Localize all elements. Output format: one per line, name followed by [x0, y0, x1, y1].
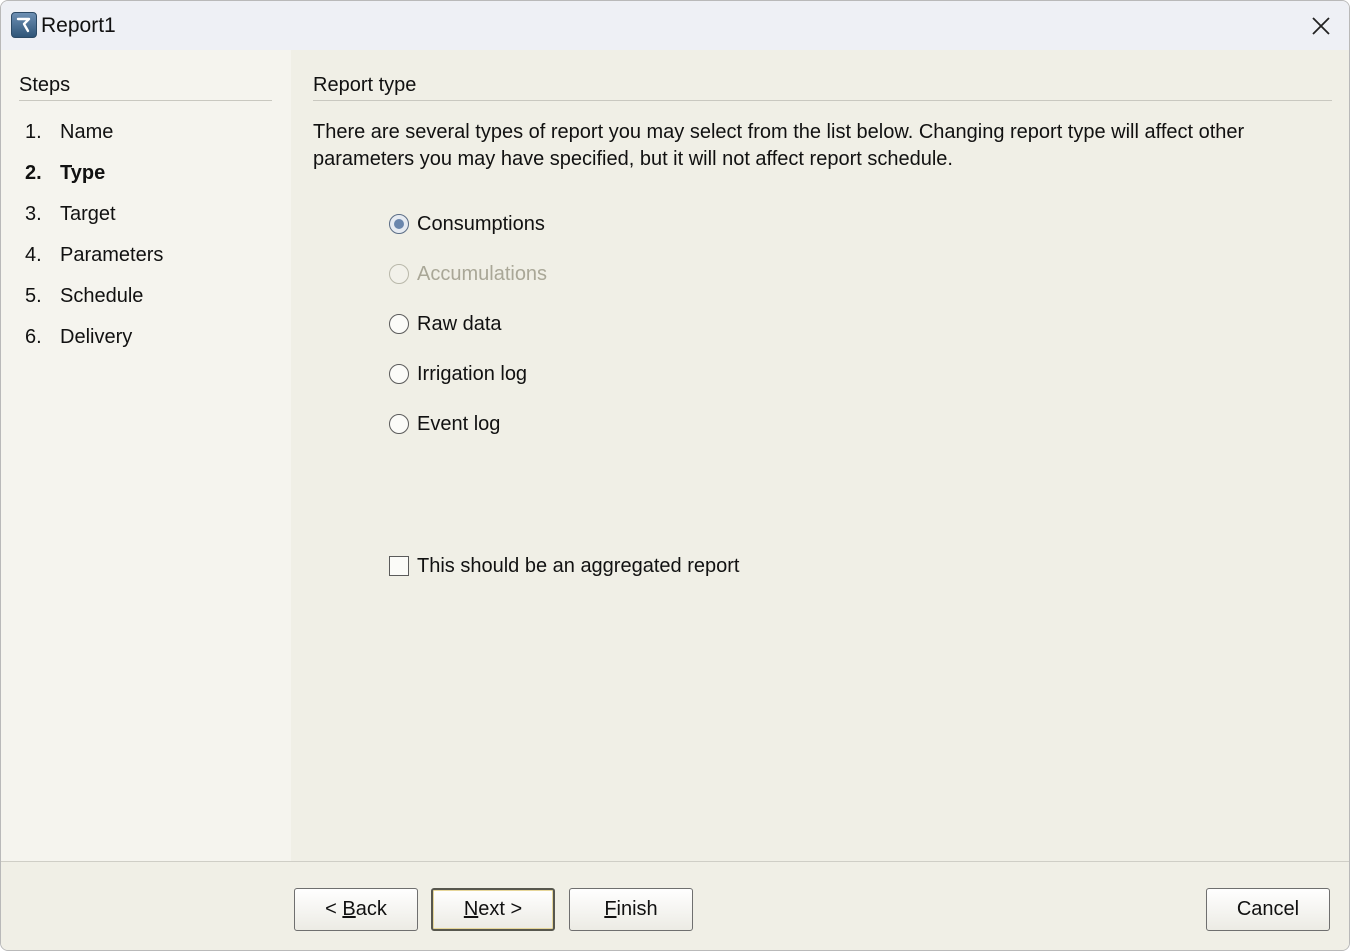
- step-number: 2.: [25, 161, 42, 184]
- close-icon: [1312, 16, 1330, 35]
- checkbox-box[interactable]: [389, 556, 409, 576]
- app-icon: [11, 12, 37, 38]
- step-number: 1.: [25, 120, 42, 143]
- finish-mnemonic: F: [604, 898, 617, 920]
- step-number: 6.: [25, 325, 42, 348]
- radio-label: Consumptions: [417, 212, 545, 235]
- radio-button[interactable]: [389, 214, 409, 234]
- window-title: Report1: [41, 14, 116, 37]
- radio-irrigation-log[interactable]: Irrigation log: [389, 361, 527, 387]
- back-prefix: <: [325, 898, 343, 920]
- step-label: Type: [60, 161, 106, 184]
- step-label: Name: [60, 120, 114, 143]
- step-target: 3. Target: [25, 201, 116, 227]
- next-mnemonic: N: [463, 898, 479, 920]
- radio-label: Event log: [417, 412, 501, 435]
- radio-raw-data[interactable]: Raw data: [389, 311, 502, 337]
- steps-heading: Steps: [19, 74, 71, 96]
- report-type-panel: Report type There are several types of r…: [291, 50, 1349, 861]
- steps-sidebar: Steps 1. Name 2. Type 3. Target 4. Param…: [1, 50, 291, 861]
- back-button[interactable]: < Back: [294, 888, 418, 931]
- radio-button[interactable]: [389, 364, 409, 384]
- next-rest: ext >: [478, 898, 523, 920]
- close-button[interactable]: [1293, 1, 1349, 50]
- radio-button[interactable]: [389, 414, 409, 434]
- step-label: Delivery: [60, 325, 133, 348]
- radio-label: Accumulations: [417, 262, 548, 285]
- panel-heading: Report type: [313, 74, 417, 96]
- finish-rest: inish: [616, 898, 658, 920]
- aggregated-report-checkbox[interactable]: This should be an aggregated report: [389, 553, 739, 579]
- radio-button[interactable]: [389, 314, 409, 334]
- step-number: 3.: [25, 202, 42, 225]
- step-type: 2. Type: [25, 160, 105, 186]
- step-delivery: 6. Delivery: [25, 324, 132, 350]
- radio-button: [389, 264, 409, 284]
- step-number: 4.: [25, 243, 42, 266]
- wizard-footer: < Back Next > Finish Cancel: [1, 861, 1349, 950]
- step-label: Schedule: [60, 284, 144, 307]
- back-mnemonic: B: [342, 898, 356, 920]
- cancel-button[interactable]: Cancel: [1206, 888, 1330, 931]
- step-label: Target: [60, 202, 116, 225]
- steps-divider: [19, 100, 272, 101]
- title-bar: Report1: [1, 1, 1349, 50]
- finish-button[interactable]: Finish: [569, 888, 693, 931]
- panel-divider: [313, 100, 1332, 101]
- radio-label: Irrigation log: [417, 362, 528, 385]
- step-label: Parameters: [60, 243, 164, 266]
- radio-label: Raw data: [417, 312, 502, 335]
- step-name: 1. Name: [25, 119, 113, 145]
- next-button[interactable]: Next >: [431, 888, 555, 931]
- back-rest: ack: [355, 898, 387, 920]
- radio-event-log[interactable]: Event log: [389, 411, 500, 437]
- step-number: 5.: [25, 284, 42, 307]
- checkbox-label: This should be an aggregated report: [417, 554, 740, 577]
- step-schedule: 5. Schedule: [25, 283, 143, 309]
- step-parameters: 4. Parameters: [25, 242, 163, 268]
- panel-description: There are several types of report you ma…: [313, 121, 1245, 170]
- radio-accumulations: Accumulations: [389, 261, 547, 287]
- report-wizard-window: Report1 Steps 1. Name 2. Type 3. Target …: [0, 0, 1350, 951]
- radio-consumptions[interactable]: Consumptions: [389, 211, 545, 237]
